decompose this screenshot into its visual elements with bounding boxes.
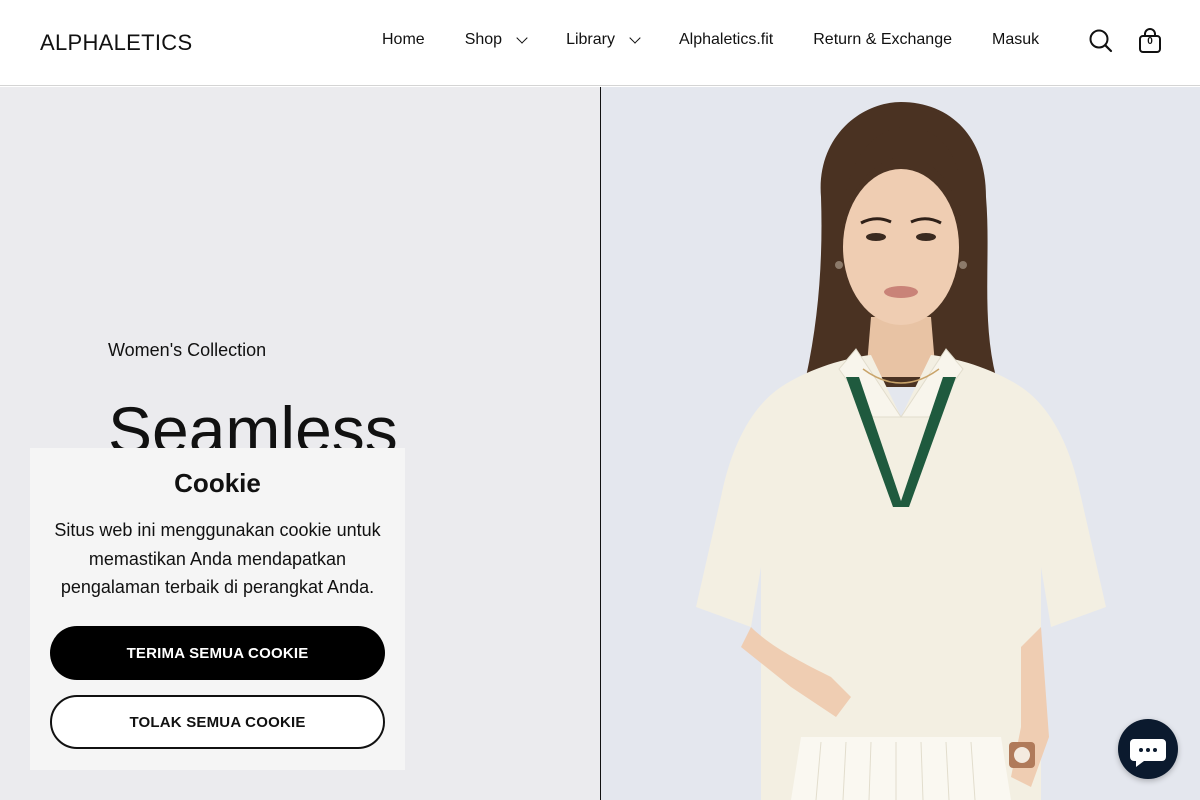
- cookie-banner: Cookie Situs web ini menggunakan cookie …: [30, 448, 405, 770]
- cart-count-badge: 0: [1147, 36, 1153, 47]
- nav-item-login[interactable]: Masuk: [992, 31, 1039, 49]
- nav-item-label: Return & Exchange: [813, 31, 952, 48]
- nav-item-label: Shop: [464, 31, 503, 48]
- nav-item-label: Home: [382, 31, 425, 48]
- hero-eyebrow: Women's Collection: [108, 340, 267, 360]
- nav-item-label: Alphaletics.fit: [678, 31, 774, 48]
- search-button[interactable]: [1087, 27, 1115, 55]
- nav-item-alphaletics-fit[interactable]: Alphaletics.fit: [679, 31, 773, 49]
- accept-all-cookies-button[interactable]: TERIMA SEMUA COOKIE: [50, 626, 385, 680]
- chat-bubble-icon: [1130, 739, 1166, 767]
- model-photo: [601, 87, 1200, 800]
- nav-item-home[interactable]: Home: [382, 31, 425, 49]
- nav-item-shop[interactable]: Shop: [464, 31, 528, 49]
- cart-button[interactable]: 0: [1136, 27, 1164, 55]
- nav-item-library[interactable]: Library: [566, 31, 641, 49]
- nav-item-label: Library: [566, 31, 615, 48]
- cookie-title: Cookie: [174, 468, 261, 498]
- chat-button[interactable]: [1118, 719, 1178, 779]
- chevron-down-icon: [629, 32, 641, 44]
- nav-item-return-exchange[interactable]: Return & Exchange: [813, 31, 952, 49]
- chevron-down-icon: [516, 32, 528, 44]
- main-nav: Home Shop Library Alphaletics.fit Return…: [382, 31, 1039, 49]
- search-icon: [1089, 29, 1113, 53]
- site-logo[interactable]: ALPHALETICS: [40, 30, 192, 56]
- hero-image[interactable]: [601, 87, 1200, 800]
- nav-item-label: Masuk: [991, 31, 1040, 48]
- cookie-text: Situs web ini menggunakan cookie untuk m…: [54, 520, 381, 597]
- reject-all-cookies-button[interactable]: TOLAK SEMUA COOKIE: [50, 695, 385, 749]
- site-header: ALPHALETICS Home Shop Library Alphaletic…: [0, 0, 1200, 86]
